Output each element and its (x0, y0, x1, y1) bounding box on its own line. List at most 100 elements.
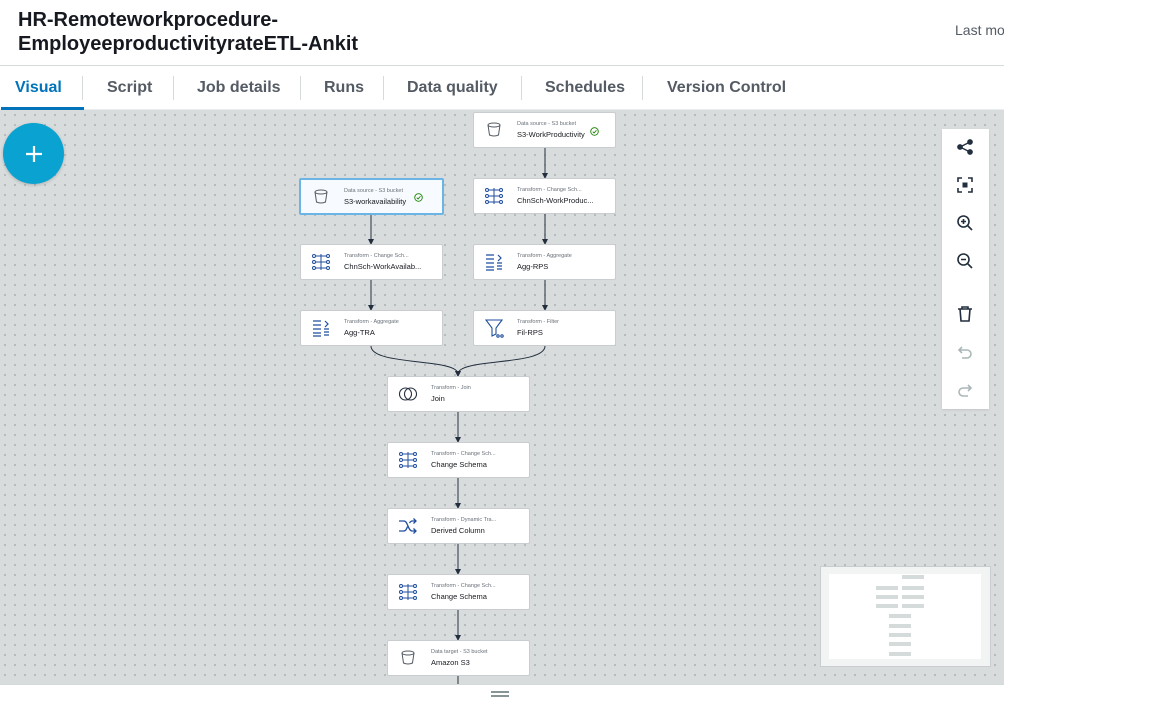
tab-job-details[interactable]: Job details (197, 66, 281, 110)
node-fil-rps[interactable]: Transform - Filter Fil-RPS (473, 310, 616, 346)
tab-divider (383, 76, 384, 100)
tab-script[interactable]: Script (107, 66, 152, 110)
node-name: Change Schema (431, 460, 487, 469)
fit-view-button[interactable] (953, 173, 977, 197)
job-header: HR-Remoteworkprocedure- Employeeproducti… (0, 0, 1004, 66)
node-change-schema-2[interactable]: Transform - Change Sch... Change Schema (387, 574, 530, 610)
redo-button[interactable] (953, 379, 977, 403)
node-type-label: Transform - Join (431, 385, 471, 391)
node-name: Change Schema (431, 592, 487, 601)
tab-divider (300, 76, 301, 100)
canvas-toolbar (942, 129, 989, 409)
node-name: Fil-RPS (517, 328, 543, 337)
plus-icon (25, 145, 42, 162)
node-name: Join (431, 394, 445, 403)
tab-runs[interactable]: Runs (324, 66, 364, 110)
filter-icon (480, 314, 508, 342)
job-title-line-2: EmployeeproductivityrateETL-Ankit (18, 33, 359, 55)
last-modified-label: Last mo (955, 22, 1004, 38)
minimap-node (876, 586, 898, 590)
delete-icon (958, 306, 972, 322)
zoom-in-button[interactable] (953, 211, 977, 235)
node-type-label: Transform - Change Sch... (517, 187, 582, 193)
change-schema-icon (307, 248, 335, 276)
change-schema-icon (394, 578, 422, 606)
bucket-icon (480, 116, 508, 144)
tab-divider (642, 76, 643, 100)
tab-data-quality[interactable]: Data quality (407, 66, 498, 110)
change-schema-icon (480, 182, 508, 210)
undo-icon (957, 346, 972, 359)
minimap-viewport (829, 574, 981, 659)
node-type-label: Transform - Change Sch... (431, 583, 496, 589)
node-agg-tra[interactable]: Transform - Aggregate Agg-TRA (300, 310, 443, 346)
node-change-schema-1[interactable]: Transform - Change Sch... Change Schema (387, 442, 530, 478)
node-type-label: Transform - Dynamic Tra... (431, 517, 497, 523)
node-chnsch-workproductivity[interactable]: Transform - Change Sch... ChnSch-WorkPro… (473, 178, 616, 214)
minimap-node (889, 642, 911, 646)
resize-handle[interactable] (491, 691, 509, 697)
aggregate-icon (480, 248, 508, 276)
node-type-label: Transform - Change Sch... (431, 451, 496, 457)
node-type-label: Transform - Filter (517, 319, 559, 325)
node-type-label: Transform - Change Sch... (344, 253, 409, 259)
visual-canvas[interactable]: Data source - S3 bucket S3-WorkProductiv… (0, 110, 1004, 684)
join-icon (394, 380, 422, 408)
minimap-node (876, 604, 898, 608)
node-s3-workproductivity[interactable]: Data source - S3 bucket S3-WorkProductiv… (473, 112, 616, 148)
canvas-minimap[interactable] (820, 566, 991, 667)
canvas-resize-bar (0, 684, 1004, 704)
minimap-node (889, 624, 911, 628)
zoom-out-icon (957, 253, 973, 269)
zoom-out-button[interactable] (953, 249, 977, 273)
minimap-node (876, 595, 898, 599)
node-agg-rps[interactable]: Transform - Aggregate Agg-RPS (473, 244, 616, 280)
tab-divider (521, 76, 522, 100)
bucket-icon (307, 183, 335, 211)
change-schema-icon (394, 446, 422, 474)
job-title: HR-Remoteworkprocedure- Employeeproducti… (18, 8, 538, 56)
tab-visual[interactable]: Visual (1, 66, 84, 110)
node-derived-column[interactable]: Transform - Dynamic Tra... Derived Colum… (387, 508, 530, 544)
node-name: Agg-TRA (344, 328, 375, 337)
add-node-button[interactable] (3, 123, 64, 184)
node-type-label: Transform - Aggregate (344, 319, 399, 325)
fit-view-icon (957, 177, 973, 193)
redo-icon (958, 384, 973, 397)
node-name: Derived Column (431, 526, 485, 535)
node-chnsch-workavailability[interactable]: Transform - Change Sch... ChnSch-WorkAva… (300, 244, 443, 280)
node-type-label: Data target - S3 bucket (431, 649, 488, 655)
node-amazon-s3-target[interactable]: Data target - S3 bucket Amazon S3 (387, 640, 530, 676)
node-name: ChnSch-WorkProduc... (517, 196, 594, 205)
minimap-node (902, 575, 924, 579)
layout-button[interactable] (953, 135, 977, 159)
success-check-icon (590, 127, 599, 136)
minimap-node (889, 652, 911, 656)
tab-divider (82, 76, 83, 100)
tab-divider (173, 76, 174, 100)
node-s3-workavailability[interactable]: Data source - S3 bucket S3-workavailabil… (299, 178, 444, 215)
job-tabs: Visual Script Job details Runs Data qual… (0, 66, 1004, 110)
job-title-line-1: HR-Remoteworkprocedure- (18, 9, 279, 31)
bucket-icon (394, 644, 422, 672)
node-name: Agg-RPS (517, 262, 549, 271)
minimap-node (889, 614, 911, 618)
node-type-label: Transform - Aggregate (517, 253, 572, 259)
delete-button[interactable] (953, 302, 977, 326)
shuffle-icon (394, 512, 422, 540)
zoom-in-icon (957, 215, 973, 231)
tab-schedules[interactable]: Schedules (545, 66, 625, 110)
minimap-node (889, 633, 911, 637)
aggregate-icon (307, 314, 335, 342)
undo-button[interactable] (953, 341, 977, 365)
node-name: Amazon S3 (431, 658, 470, 667)
minimap-node (902, 586, 924, 590)
node-join[interactable]: Transform - Join Join (387, 376, 530, 412)
glue-studio-job-editor: HR-Remoteworkprocedure- Employeeproducti… (0, 0, 1152, 706)
node-name: ChnSch-WorkAvailab... (344, 262, 422, 271)
minimap-node (902, 595, 924, 599)
minimap-node (902, 604, 924, 608)
success-check-icon (414, 193, 423, 202)
tab-version-control[interactable]: Version Control (667, 66, 786, 110)
layout-icon (957, 139, 973, 155)
